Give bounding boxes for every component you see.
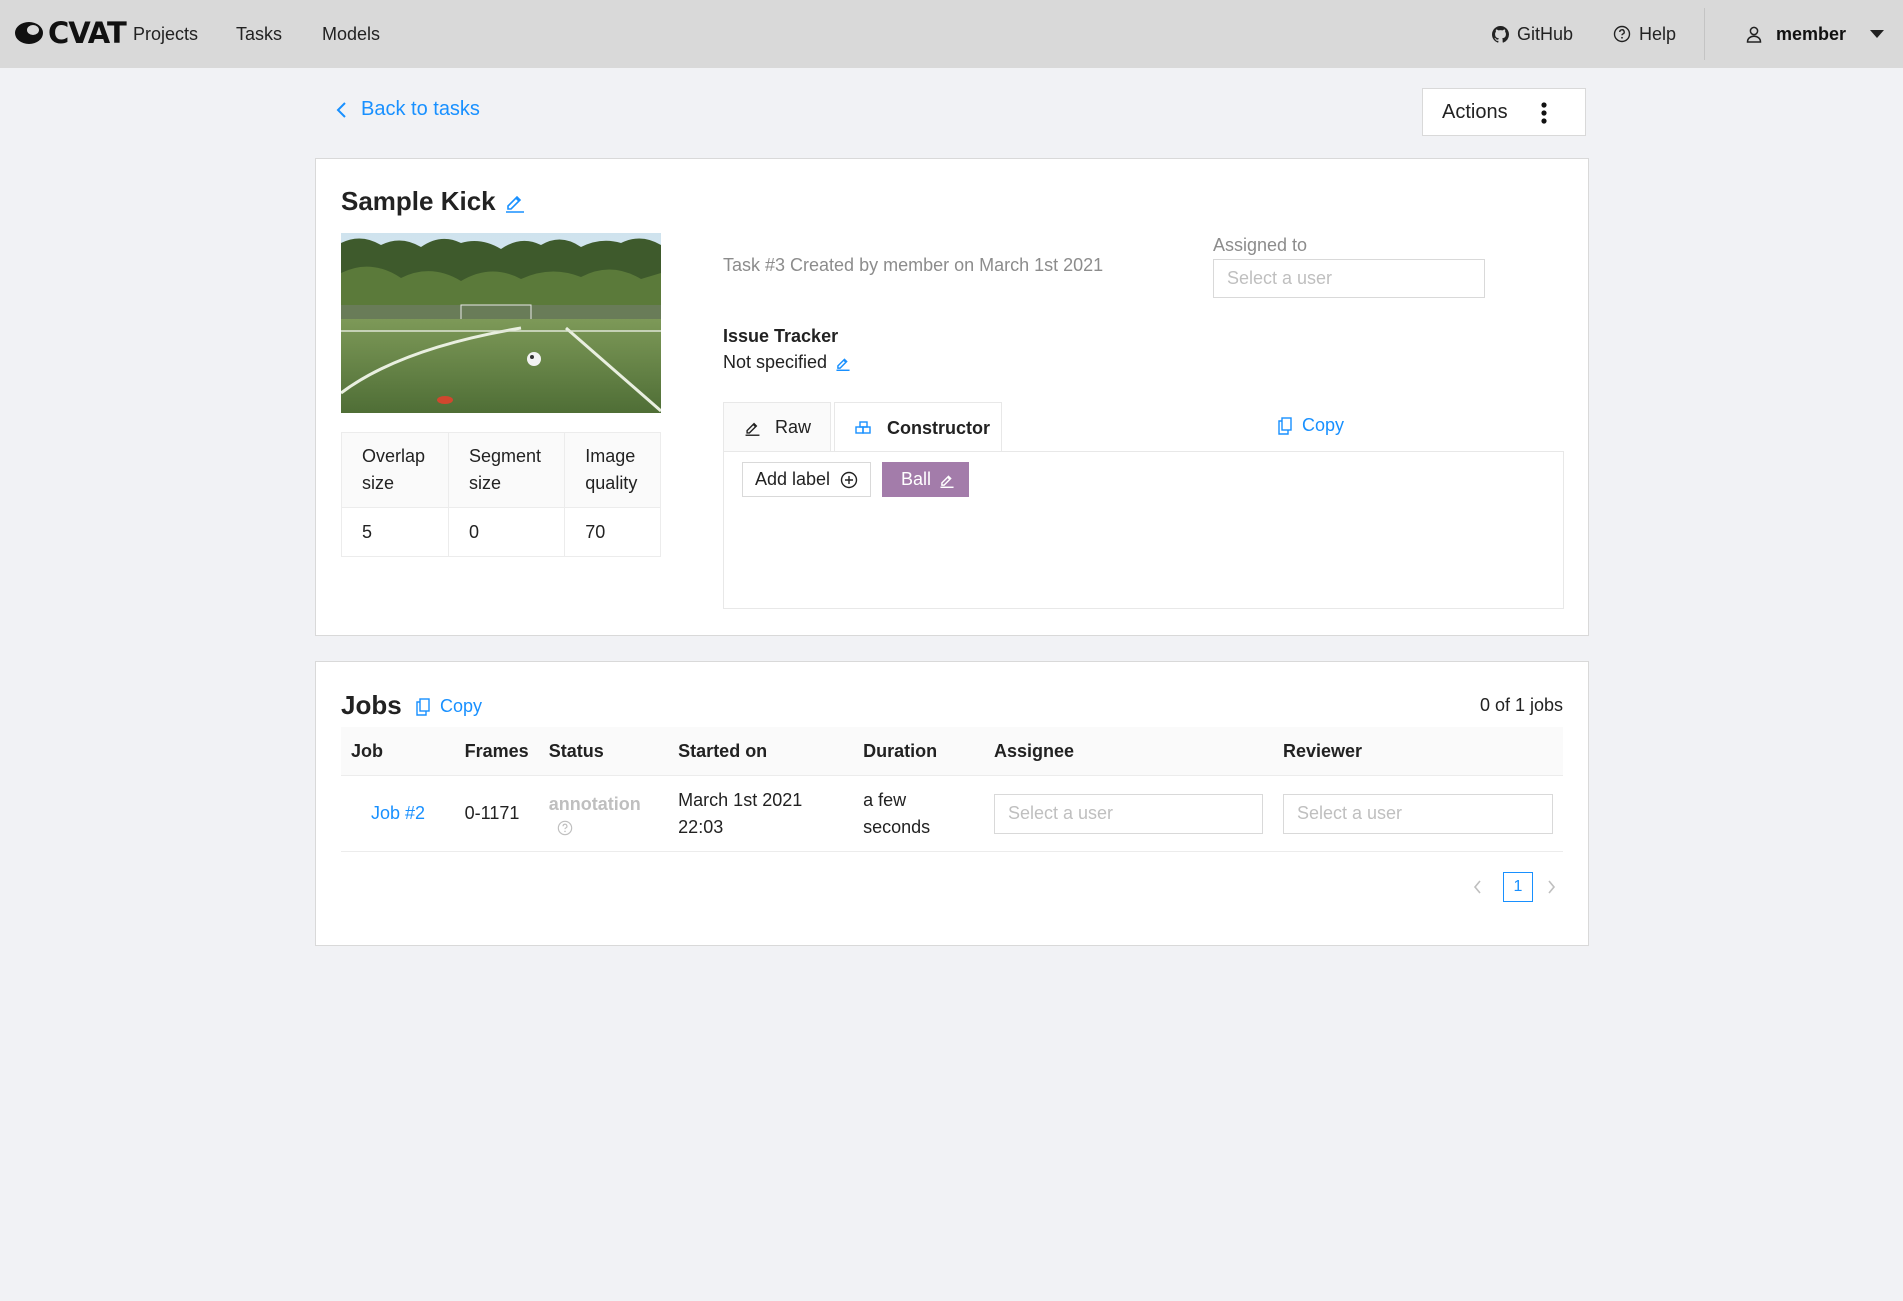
job-reviewer-placeholder: Select a user	[1296, 803, 1403, 823]
issue-tracker-text: Not specified	[723, 352, 828, 372]
github-label: GitHub	[1517, 23, 1574, 44]
user-icon	[1746, 26, 1762, 43]
task-assignee-placeholder: Select a user	[1227, 268, 1333, 288]
tab-raw-label: Raw	[775, 417, 812, 437]
job-link[interactable]: Job #2	[371, 803, 425, 823]
job-reviewer-select[interactable]: Select a user	[1282, 793, 1553, 834]
username: member	[1776, 23, 1847, 44]
jobs-title: Jobs	[341, 690, 402, 720]
jobs-card: Jobs Copy 0 of 1 jobs Job Frames Status …	[315, 661, 1589, 946]
col-reviewer[interactable]: Reviewer	[1272, 727, 1563, 776]
nav-projects[interactable]: Projects	[133, 0, 198, 68]
frames-cell: 0-1171	[454, 775, 539, 852]
segment-size-value: 0	[447, 507, 566, 557]
add-label-text: Add label	[755, 469, 831, 489]
plus-circle-icon	[840, 471, 858, 488]
actions-label: Actions	[1442, 100, 1508, 123]
github-icon	[1492, 25, 1509, 43]
duration-cell: a few seconds	[853, 775, 984, 852]
table-row: Job #2 0-1171 annotation March 1st 2021 2…	[341, 775, 1563, 852]
tab-constructor-label: Constructor	[887, 417, 990, 438]
col-job[interactable]: Job	[341, 727, 455, 776]
issue-tracker-label: Issue Tracker	[723, 326, 839, 346]
pagination: 1	[1473, 872, 1563, 902]
eye-logo-icon	[15, 22, 43, 44]
started-on-cell: March 1st 2021 22:03	[668, 775, 854, 852]
back-to-tasks-link[interactable]: Back to tasks	[336, 98, 480, 121]
constructor-pane: Add label Ball	[723, 451, 1564, 609]
question-circle-icon[interactable]	[557, 820, 573, 836]
overlap-size-value: 5	[341, 507, 449, 557]
job-cell: Job #2	[341, 775, 455, 852]
tab-raw[interactable]: Raw	[723, 402, 831, 452]
jobs-table: Job Frames Status Started on Duration As…	[341, 727, 1563, 852]
task-info-text: Task #3 Created by member on March 1st 2…	[723, 255, 1104, 275]
task-assignee-select[interactable]: Select a user	[1213, 259, 1485, 298]
jobs-count: 0 of 1 jobs	[1479, 695, 1563, 715]
help-link[interactable]: Help	[1613, 0, 1676, 68]
label-ball[interactable]: Ball	[882, 462, 969, 497]
top-header: CVAT Projects Tasks Models GitHub Help m…	[0, 0, 1903, 68]
next-page-button[interactable]	[1547, 880, 1563, 894]
build-icon	[855, 421, 871, 434]
issue-tracker-value: Not specified	[723, 352, 851, 373]
help-circle-icon	[1613, 25, 1631, 43]
nav-tasks[interactable]: Tasks	[236, 0, 282, 68]
task-title: Sample Kick	[341, 186, 526, 217]
prev-page-button[interactable]	[1473, 880, 1489, 894]
copy-labels-button[interactable]: Copy	[1278, 415, 1344, 436]
col-duration[interactable]: Duration	[853, 727, 984, 776]
edit-issue-tracker-icon[interactable]	[835, 355, 851, 371]
user-menu[interactable]: member	[1746, 0, 1885, 68]
col-assignee[interactable]: Assignee	[983, 727, 1273, 776]
header-divider	[1704, 8, 1705, 60]
nav-models[interactable]: Models	[322, 0, 380, 68]
copy-icon	[1278, 416, 1292, 435]
actions-button[interactable]: Actions	[1422, 88, 1586, 136]
col-status[interactable]: Status	[538, 727, 669, 776]
job-assignee-select[interactable]: Select a user	[993, 793, 1263, 834]
cvat-logo[interactable]: CVAT	[14, 16, 127, 50]
copy-jobs-label: Copy	[440, 696, 483, 716]
task-parameters-table: Overlap size Segment size Image quality 5 0…	[341, 432, 661, 557]
reviewer-cell: Select a user	[1272, 775, 1563, 852]
col-frames[interactable]: Frames	[454, 727, 539, 776]
chevron-left-icon	[336, 101, 346, 118]
assigned-to-label: Assigned to	[1213, 235, 1308, 255]
image-quality-value: 70	[564, 507, 661, 557]
copy-jobs-button[interactable]: Copy	[416, 696, 482, 717]
page-1-button[interactable]: 1	[1503, 872, 1533, 902]
assignee-cell: Select a user	[983, 775, 1273, 852]
back-label: Back to tasks	[361, 98, 480, 120]
edit-icon	[745, 422, 760, 436]
status-text: annotation	[548, 794, 641, 814]
edit-label-icon	[940, 474, 954, 488]
help-label: Help	[1639, 23, 1677, 44]
task-details-card: Sample Kick Overlap size Segment size Im…	[315, 158, 1589, 636]
job-assignee-placeholder: Select a user	[1007, 803, 1114, 823]
caret-down-icon	[1870, 29, 1885, 38]
task-title-text: Sample Kick	[341, 186, 496, 216]
copy-labels-label: Copy	[1302, 415, 1345, 435]
segment-size-header: Segment size	[447, 432, 566, 508]
col-started-on[interactable]: Started on	[668, 727, 854, 776]
overlap-size-header: Overlap size	[341, 432, 449, 508]
kebab-menu-icon	[1541, 102, 1547, 124]
tab-constructor[interactable]: Constructor	[834, 402, 1002, 453]
chevron-right-icon	[1548, 880, 1556, 894]
logo-text: CVAT	[48, 16, 127, 50]
task-preview-image	[341, 233, 661, 413]
copy-icon	[416, 697, 430, 716]
label-ball-name: Ball	[901, 469, 932, 489]
chevron-left-icon	[1473, 880, 1481, 894]
github-link[interactable]: GitHub	[1492, 0, 1573, 68]
add-label-button[interactable]: Add label	[742, 462, 871, 497]
jobs-table-header: Job Frames Status Started on Duration As…	[341, 727, 1563, 776]
status-cell: annotation	[538, 775, 669, 852]
edit-title-icon[interactable]	[504, 191, 526, 213]
image-quality-header: Image quality	[564, 432, 661, 508]
